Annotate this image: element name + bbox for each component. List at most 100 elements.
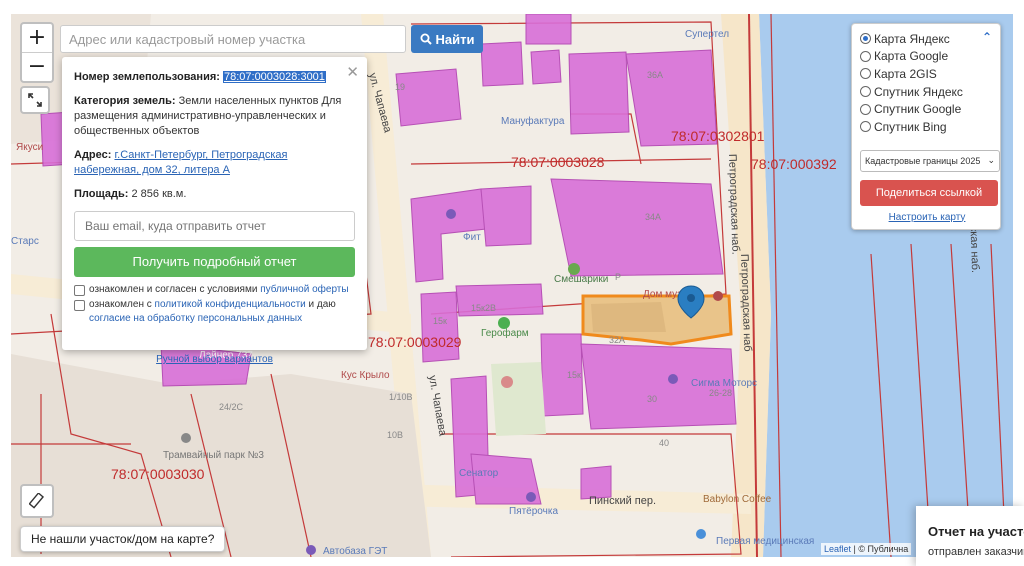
- poi-label: Фит: [463, 232, 481, 243]
- layer-radio[interactable]: [860, 50, 871, 62]
- search-button[interactable]: Найти: [411, 25, 483, 53]
- poi-label: Трамвайный парк №3: [163, 450, 264, 461]
- poi-label: Смешарики: [554, 274, 608, 285]
- search-button-label: Найти: [435, 31, 475, 47]
- poi-label: Мануфактура: [501, 115, 565, 127]
- layer-option[interactable]: Спутник Яндекс: [860, 83, 994, 101]
- ruler-icon: [29, 493, 45, 509]
- boundaries-select[interactable]: Кадастровые границы 2025 ⌄: [860, 149, 1000, 172]
- agree-privacy-row: ознакомлен с политикой конфиденциальност…: [74, 298, 355, 326]
- area-label: Площадь:: [74, 188, 129, 200]
- building-number: 32А: [609, 335, 625, 345]
- layer-radio[interactable]: [860, 33, 871, 45]
- leaflet-link[interactable]: Leaflet: [824, 544, 851, 554]
- share-link-button[interactable]: Поделиться ссылкой: [860, 179, 998, 206]
- building-number: 15к: [433, 316, 447, 326]
- street-label: ул. Чапаева: [426, 374, 449, 437]
- toast-subtitle: отправлен заказчик: [928, 546, 1024, 558]
- cadastral-label: 78:07:0302801: [671, 128, 765, 144]
- layer-radio[interactable]: [860, 121, 871, 133]
- poi-label: Старс: [11, 236, 39, 247]
- zoom-out-button[interactable]: −: [22, 52, 52, 81]
- notification-toast: Отчет на участо отправлен заказчик: [916, 506, 1024, 566]
- fullscreen-button[interactable]: [20, 86, 50, 114]
- privacy-link[interactable]: политикой конфиденциальности: [155, 299, 306, 310]
- poi-label: Якуси: [16, 142, 43, 153]
- category-label: Категория земель:: [74, 95, 176, 107]
- category-row: Категория земель: Земли населенных пункт…: [74, 94, 355, 139]
- agree-privacy-checkbox[interactable]: [74, 300, 85, 311]
- building-number: 26-28: [709, 388, 732, 398]
- layer-option[interactable]: Спутник Bing: [860, 118, 994, 136]
- agree-privacy-text: ознакомлен с: [89, 299, 152, 310]
- cadastral-label: 78:07:000392: [751, 156, 837, 172]
- measure-button[interactable]: [20, 484, 54, 518]
- land-use-value[interactable]: 78:07:0003028:3001: [222, 71, 326, 83]
- agree-offer-row: ознакомлен и согласен с условиями публич…: [74, 283, 355, 297]
- layer-list: Карта Яндекс Карта Google Карта 2GIS Спутни…: [860, 30, 994, 136]
- offer-link[interactable]: публичной оферты: [260, 284, 348, 295]
- layer-option[interactable]: Карта 2GIS: [860, 65, 994, 83]
- layers-panel: ⌃ Карта Яндекс Карта Google Карта 2GIS Спут…: [851, 23, 1001, 230]
- manual-select: Ручной выбор вариантов: [74, 354, 355, 365]
- layer-radio[interactable]: [860, 103, 871, 115]
- close-icon[interactable]: ✕: [346, 63, 359, 81]
- layer-option[interactable]: Карта Яндекс: [860, 30, 994, 48]
- search-icon: [420, 33, 432, 45]
- toast-title: Отчет на участо: [928, 524, 1024, 539]
- poi-label: Сенатор: [459, 468, 499, 479]
- chevron-down-icon: ⌄: [987, 155, 995, 166]
- manual-select-link[interactable]: Ручной выбор вариантов: [156, 354, 273, 365]
- land-use-label: Номер землепользования:: [74, 71, 220, 83]
- building-number: 36А: [647, 70, 663, 80]
- expand-icon: [28, 93, 42, 107]
- email-field[interactable]: [74, 211, 355, 241]
- building-number: 40: [659, 438, 669, 448]
- agree-offer-text: ознакомлен и согласен с условиями: [89, 284, 258, 295]
- address-row: Адрес: г.Санкт-Петербург, Петроградская …: [74, 148, 355, 178]
- building-number: 15к: [567, 370, 581, 380]
- layer-option[interactable]: Спутник Google: [860, 100, 994, 118]
- chevron-up-icon[interactable]: ⌃: [982, 30, 992, 44]
- agree-offer-checkbox[interactable]: [74, 285, 85, 296]
- layer-option[interactable]: Карта Google: [860, 48, 994, 66]
- building-number: 34А: [645, 212, 661, 222]
- building-number: 1/10В: [389, 392, 413, 402]
- building-number: 30: [647, 394, 657, 404]
- poi-label: Babylon Coffee: [703, 494, 772, 505]
- building-number: 15к2В: [471, 303, 496, 313]
- poi-label: Автобаза ГЭТ: [323, 545, 387, 557]
- layer-option-label: Спутник Яндекс: [874, 84, 963, 99]
- cadastral-label: 78:07:0003028: [511, 154, 605, 170]
- poi-label: Пятёрочка: [509, 506, 558, 517]
- poi-label: Кус Крыло: [341, 370, 390, 381]
- layer-option-label: Карта Яндекс: [874, 31, 950, 46]
- boundaries-select-value: Кадастровые границы 2025: [865, 155, 981, 166]
- area-row: Площадь: 2 856 кв.м.: [74, 187, 355, 202]
- search-input[interactable]: [60, 25, 406, 53]
- attribution-text: | © Публична: [853, 544, 909, 554]
- attribution: Leaflet | © Публична: [821, 543, 912, 555]
- poi-label: Супертел: [685, 29, 729, 40]
- cadastral-label: 78:07:0003029: [368, 334, 462, 350]
- cadastral-label: 78:07:0003030: [111, 466, 205, 482]
- zoom-control: + −: [20, 22, 54, 83]
- layer-radio[interactable]: [860, 86, 871, 98]
- layer-option-label: Спутник Google: [874, 102, 962, 117]
- street-label: Петроградская наб.: [726, 154, 742, 255]
- adjust-map-link[interactable]: Настроить карту: [860, 212, 994, 223]
- building-number: 10В: [387, 430, 403, 440]
- get-report-button[interactable]: Получить подробный отчет: [74, 247, 355, 277]
- layer-radio[interactable]: [860, 68, 871, 80]
- poi-label: Первая медицинская: [716, 536, 814, 547]
- not-found-button[interactable]: Не нашли участок/дом на карте?: [20, 526, 226, 552]
- agree-privacy-tail: и даю: [308, 299, 336, 310]
- consent-link[interactable]: согласие на обработку персональных данны…: [89, 313, 302, 324]
- zoom-in-button[interactable]: +: [22, 24, 52, 52]
- layer-option-label: Спутник Bing: [874, 119, 947, 134]
- street-label: Пинский пер.: [589, 495, 656, 507]
- area-value: 2 856 кв.м.: [131, 188, 187, 200]
- building-number: 24/2С: [219, 402, 244, 412]
- land-use-row: Номер землепользования: 78:07:0003028:30…: [74, 70, 355, 85]
- address-label: Адрес:: [74, 149, 112, 161]
